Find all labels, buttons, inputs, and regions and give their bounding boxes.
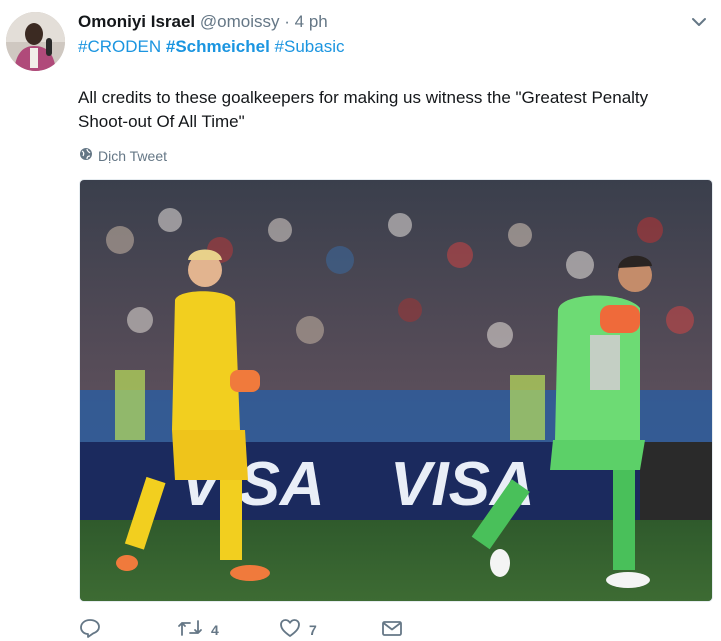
tweet-text: All credits to these goalkeepers for mak…	[78, 88, 649, 131]
retweet-count: 4	[211, 621, 219, 638]
message-icon	[381, 618, 403, 641]
direct-message-button[interactable]	[381, 618, 411, 641]
tweet-photo[interactable]: VISA VISA	[79, 179, 713, 602]
retweet-icon	[177, 618, 203, 641]
chevron-down-icon[interactable]	[689, 12, 709, 32]
retweet-button[interactable]: 4	[177, 618, 219, 641]
tweet-actions: 4 7	[79, 618, 719, 638]
globe-icon	[79, 147, 93, 164]
tweet: Omoniyi Israel @omoissy · 4 ph #CRODEN #…	[0, 0, 721, 638]
avatar[interactable]	[6, 12, 65, 71]
timestamp[interactable]: 4 ph	[295, 12, 328, 31]
hashtag-subasic[interactable]: #Subasic	[275, 37, 345, 56]
hashtag-line: #CRODEN #Schmeichel #Subasic	[78, 36, 344, 58]
author-name[interactable]: Omoniyi Israel	[78, 12, 195, 31]
header-separator: ·	[284, 12, 290, 31]
hashtag-croden[interactable]: #CRODEN	[78, 37, 161, 56]
heart-icon	[279, 618, 301, 641]
hashtag-schmeichel[interactable]: #Schmeichel	[166, 37, 270, 56]
like-button[interactable]: 7	[279, 618, 317, 641]
reply-icon	[79, 618, 101, 641]
like-count: 7	[309, 621, 317, 638]
author-handle[interactable]: @omoissy	[200, 12, 280, 31]
reply-button[interactable]	[79, 618, 109, 641]
tweet-header: Omoniyi Israel @omoissy · 4 ph	[78, 11, 328, 33]
translate-label: Dịch Tweet	[98, 147, 167, 164]
translate-tweet[interactable]: Dịch Tweet	[79, 147, 167, 164]
